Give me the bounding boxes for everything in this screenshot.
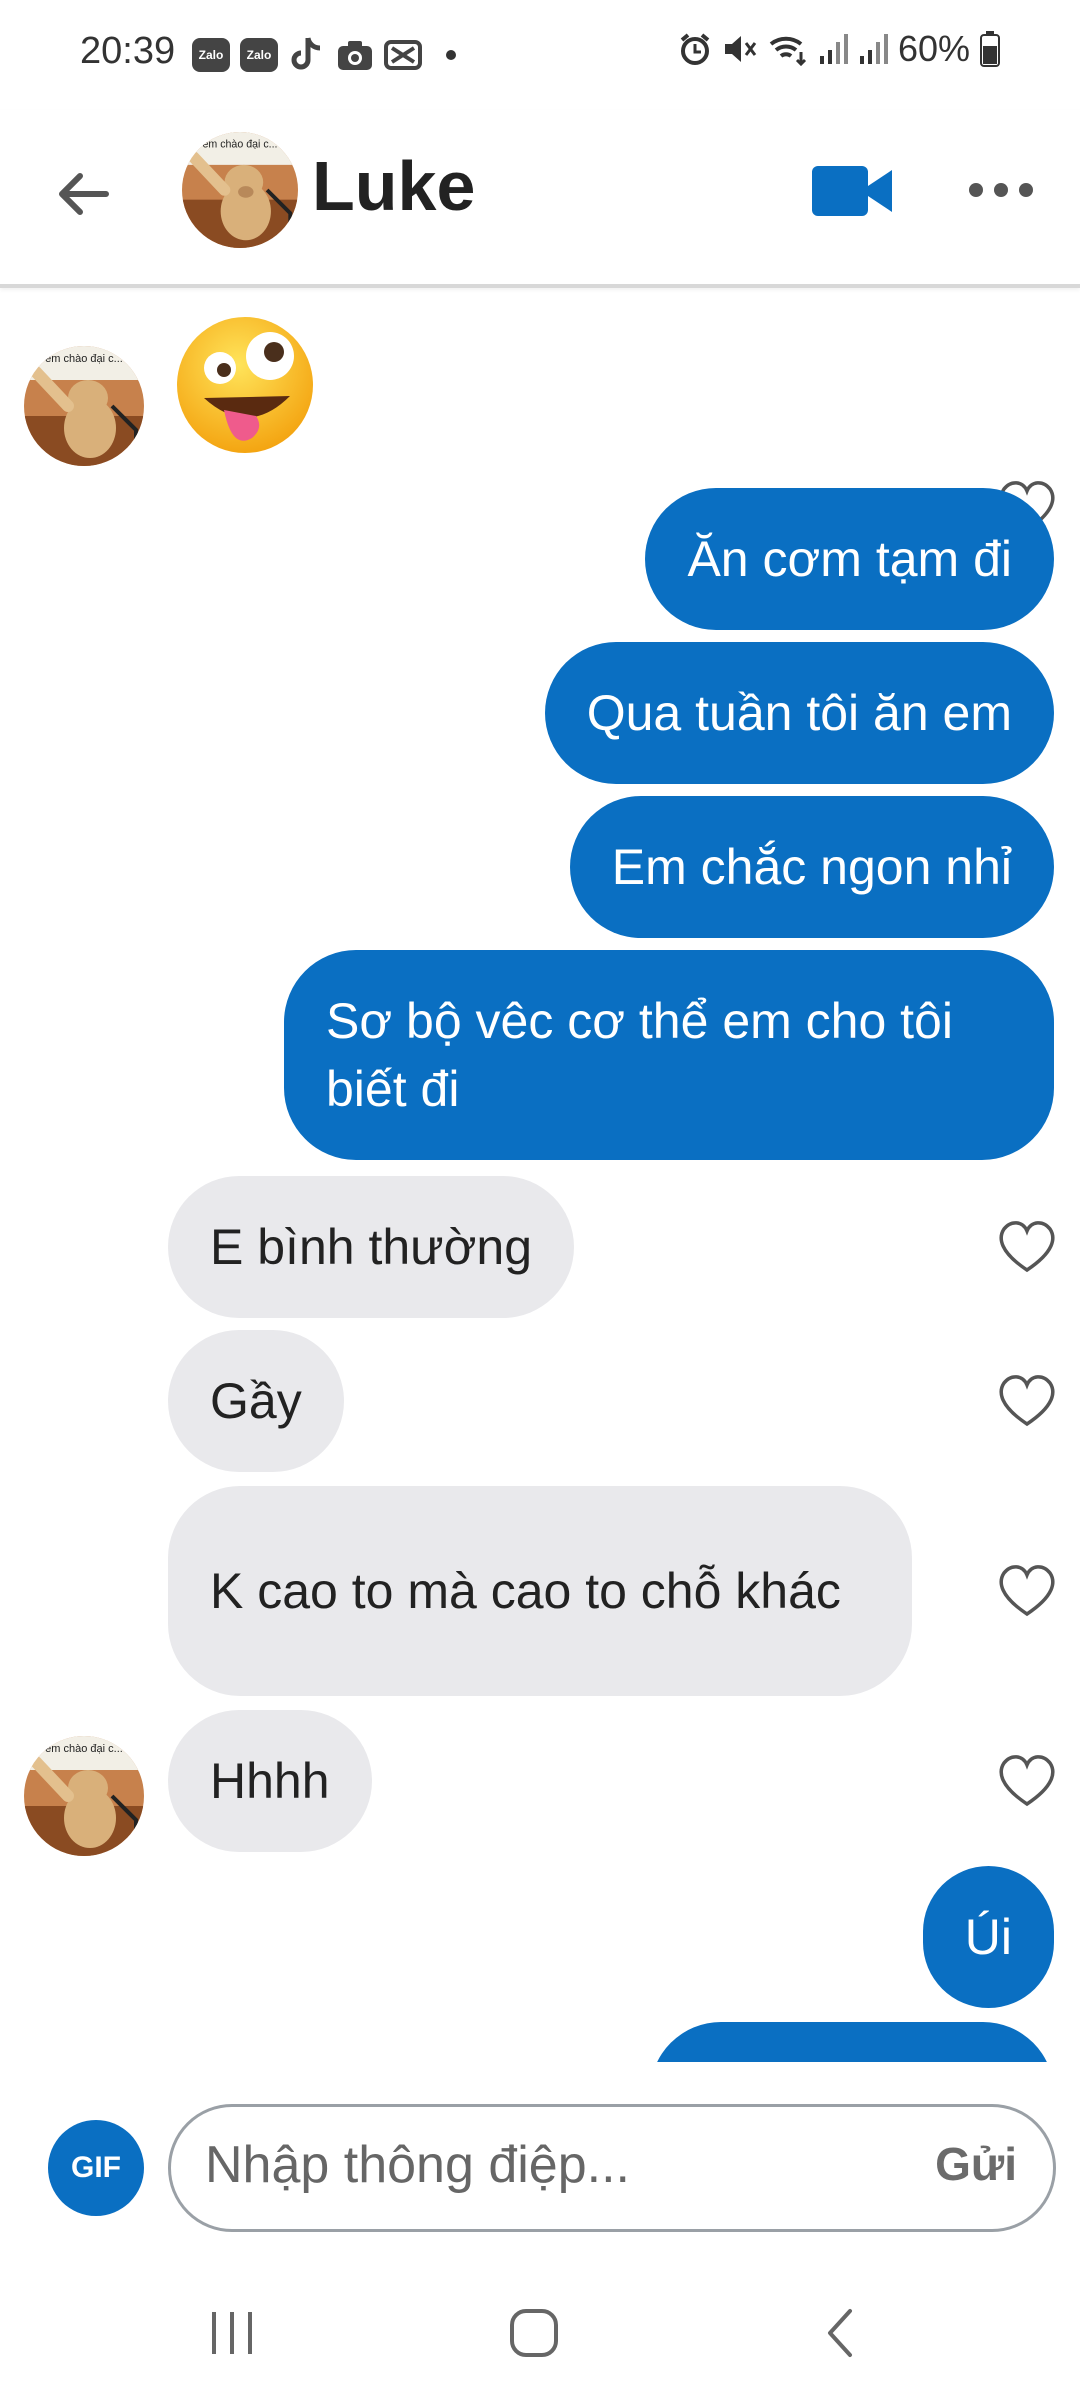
react-heart-button[interactable] — [996, 1752, 1058, 1808]
more-dots-icon — [969, 183, 1033, 197]
zalo-icon: Zalo — [240, 38, 278, 72]
heart-icon — [999, 1221, 1055, 1273]
alarm-icon — [680, 33, 710, 65]
react-heart-button[interactable] — [996, 1218, 1058, 1274]
more-notifications-dot — [446, 50, 456, 60]
outgoing-message[interactable]: Qua tuần tôi ăn em — [544, 642, 1054, 784]
outgoing-message[interactable]: Sơ bộ vêc cơ thể em cho tôi biết đi — [284, 950, 1054, 1160]
outgoing-message[interactable]: Ăn cơm tạm đi — [645, 488, 1054, 630]
avatar-caption: em chào đại c... — [202, 138, 277, 150]
outgoing-message[interactable]: Em chắc ngon nhỉ — [569, 796, 1054, 938]
incoming-message[interactable]: E bình thường — [168, 1176, 575, 1318]
wifi-icon — [769, 36, 806, 66]
video-call-button[interactable] — [808, 160, 896, 222]
status-bar: 20:39 Zalo Zalo 60% — [0, 0, 1080, 110]
battery-percent: 60% — [897, 28, 970, 69]
send-button[interactable]: Gửi — [935, 2137, 1017, 2191]
message-list[interactable]: em chào đại c... Ăn cơm tạm đi Qua tuần … — [0, 288, 1080, 2062]
outgoing-message-partial[interactable] — [650, 2022, 1054, 2062]
outgoing-message[interactable]: Úi — [922, 1866, 1054, 2008]
message-input-placeholder: Nhập thông điệp... — [205, 2136, 630, 2194]
message-input[interactable]: Nhập thông điệp... Gửi — [168, 2104, 1056, 2232]
sender-avatar[interactable]: em chào đại c... — [24, 346, 144, 466]
notification-icons: Zalo Zalo — [192, 36, 456, 74]
avatar-caption: em chào đại c... — [45, 1743, 123, 1755]
mute-icon — [724, 36, 757, 62]
zany-face-emoji — [172, 312, 318, 458]
contact-avatar[interactable]: em chào đại c... — [182, 132, 298, 248]
recent-apps-button[interactable] — [192, 2298, 272, 2368]
sender-avatar[interactable]: em chào đại c... — [24, 1736, 144, 1856]
heart-icon — [999, 1755, 1055, 1807]
battery-icon — [980, 31, 1000, 67]
system-icons: 60% — [678, 28, 1000, 70]
incoming-message[interactable]: Hhhh — [168, 1710, 372, 1852]
home-button[interactable] — [494, 2298, 574, 2368]
more-options-button[interactable] — [966, 170, 1036, 210]
chevron-left-icon — [828, 2309, 852, 2357]
contact-name[interactable]: Luke — [312, 146, 475, 226]
status-time: 20:39 — [80, 30, 176, 72]
heart-icon — [999, 1565, 1055, 1617]
capcut-icon — [384, 36, 422, 74]
gif-button[interactable]: GIF — [48, 2120, 144, 2216]
arrow-left-icon — [59, 173, 109, 215]
video-camera-icon — [812, 166, 892, 216]
composer-bar: GIF Nhập thông điệp... Gửi — [0, 2062, 1080, 2262]
system-nav-bar — [0, 2262, 1080, 2400]
heart-icon — [999, 1375, 1055, 1427]
back-button[interactable] — [52, 162, 116, 226]
react-heart-button[interactable] — [996, 1562, 1058, 1618]
zalo-icon: Zalo — [192, 38, 230, 72]
tiktok-icon — [288, 36, 326, 74]
home-icon — [510, 2309, 558, 2357]
signal-icon — [859, 34, 888, 64]
avatar-caption: em chào đại c... — [45, 353, 123, 365]
incoming-message[interactable]: Gầy — [168, 1330, 344, 1472]
camera-icon — [336, 36, 374, 74]
signal-icon — [819, 34, 848, 64]
react-heart-button[interactable] — [996, 1372, 1058, 1428]
chat-header: em chào đại c... Luke — [0, 110, 1080, 288]
recent-apps-icon — [212, 2312, 252, 2354]
incoming-message[interactable]: K cao to mà cao to chỗ khác — [168, 1486, 912, 1696]
back-nav-button[interactable] — [800, 2298, 880, 2368]
